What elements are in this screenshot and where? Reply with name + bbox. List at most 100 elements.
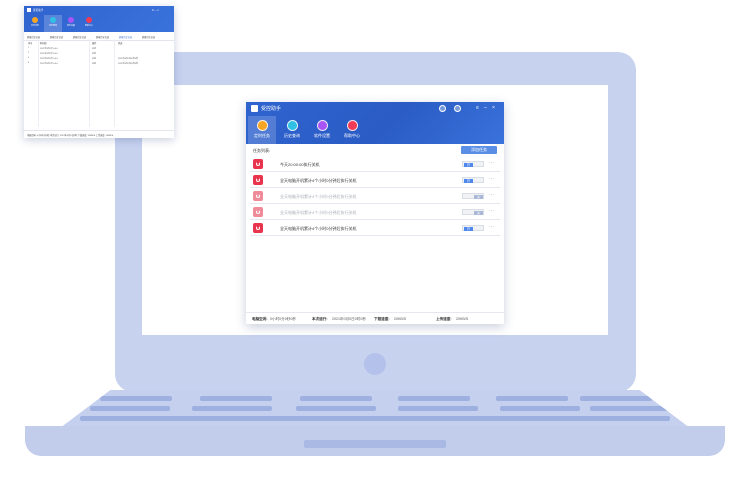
mini-cell: 3	[28, 57, 30, 59]
keyboard-key	[90, 406, 170, 411]
tab-label: 帮助中心	[344, 133, 360, 138]
power-icon	[253, 207, 263, 217]
mini-window-header: 受控助手 ≡ – × 定时任务 历史查询 软件设置 帮助中心	[24, 6, 174, 32]
history-icon	[50, 17, 56, 23]
mini-cell: 2021年0月0日 0:0:0	[40, 53, 58, 55]
toggle-knob: 开	[464, 178, 473, 183]
mini-tab-scheduled-tasks[interactable]: 定时任务	[26, 15, 44, 32]
add-task-button[interactable]: 添加任务	[461, 146, 497, 154]
keyboard-key	[398, 396, 470, 401]
clock-icon	[256, 120, 268, 131]
close-button[interactable]: ×	[492, 104, 495, 112]
mini-subtab-bar: 屏幕历史记录 屏幕历史记录 屏幕历史记录 屏幕历史记录 屏幕历史记录 屏幕历史记…	[24, 32, 174, 41]
mini-cell: 关机	[92, 48, 97, 50]
mini-subtab[interactable]: 屏幕历史记录	[142, 35, 155, 39]
mini-cell: 关机	[92, 53, 97, 55]
tab-help[interactable]: 帮助中心	[338, 116, 366, 144]
app-title: 受控助手	[261, 106, 282, 112]
gear-icon	[316, 120, 328, 131]
mini-cell: 2021年0月0日00时0秒	[118, 58, 139, 60]
task-toggle[interactable]: 关	[462, 209, 484, 215]
toggle-knob: 开	[464, 226, 473, 231]
mini-column-header: 序号	[28, 43, 33, 45]
tab-scheduled-tasks[interactable]: 定时任务	[248, 116, 276, 144]
mini-cell: 关机	[92, 58, 97, 60]
idle-value: 0小时0分0秒0秒	[270, 317, 296, 321]
tab-label: 定时任务	[254, 133, 270, 138]
mini-tab-settings[interactable]: 软件设置	[62, 15, 80, 32]
runtime-label: 本次运行:	[312, 317, 328, 321]
task-description: 全天电脑开机累计4个小时0分钟后执行关机	[280, 210, 357, 215]
more-options-icon[interactable]: ···	[489, 192, 494, 198]
toggle-knob: 关	[474, 210, 483, 215]
mini-subtab[interactable]: 屏幕历史记录	[73, 35, 86, 39]
more-options-icon[interactable]: ···	[489, 176, 494, 182]
tab-label: 软件设置	[314, 133, 330, 138]
app-logo-icon	[27, 8, 31, 12]
download-speed-value: 20KB/S	[394, 317, 407, 321]
mini-cell: 关机	[92, 63, 97, 65]
more-options-icon[interactable]: ···	[489, 224, 494, 230]
task-toggle[interactable]: 开	[462, 161, 484, 167]
mini-column-header: 时间段	[40, 43, 47, 45]
tab-label: 历史查询	[48, 25, 57, 27]
power-icon	[253, 159, 263, 169]
mini-subtab[interactable]: 屏幕历史记录	[50, 35, 63, 39]
keyboard-key	[296, 406, 376, 411]
task-description: 今天20:00:00执行关机	[280, 162, 320, 167]
keyboard-key	[100, 396, 172, 401]
task-description: 全天电脑开机累计4个小时0分钟后执行关机	[280, 226, 357, 231]
task-toggle[interactable]: 开	[462, 225, 484, 231]
task-row: 今天20:00:00执行关机 开 ···	[250, 157, 500, 172]
history-window-preview: 受控助手 ≡ – × 定时任务 历史查询 软件设置 帮助中心 屏幕历史记录 屏幕…	[24, 6, 174, 138]
gear-icon	[68, 17, 74, 23]
tab-label: 帮助中心	[84, 25, 93, 27]
mini-cell: 1	[28, 47, 30, 49]
title-bar: 受控助手 ≡ – ×	[246, 102, 504, 114]
feedback-icon[interactable]	[454, 105, 461, 112]
mini-app-title: 受控助手	[33, 9, 44, 12]
task-toggle[interactable]: 关	[462, 193, 484, 199]
minimize-button[interactable]: –	[484, 104, 487, 112]
toggle-knob: 开	[464, 162, 473, 167]
task-row: 全天电脑开机累计4个小时0分钟后执行关机 开 ···	[250, 173, 500, 188]
power-icon	[253, 175, 263, 185]
task-row: 全天电脑开机累计4个小时0分钟后执行关机 开 ···	[250, 221, 500, 236]
user-avatar-icon[interactable]	[439, 105, 446, 112]
keyboard-spacebar-row	[80, 416, 670, 421]
keyboard-key	[590, 406, 668, 411]
tab-label: 历史查询	[284, 133, 300, 138]
keyboard-key	[500, 406, 580, 411]
mini-cell: 2021年0月0日 0:0:0	[40, 58, 58, 60]
keyboard-key	[496, 396, 568, 401]
more-options-icon[interactable]: ···	[489, 160, 494, 166]
more-options-icon[interactable]: ···	[489, 208, 494, 214]
clock-icon	[32, 17, 38, 23]
tab-settings[interactable]: 软件设置	[308, 116, 336, 144]
upload-speed-value: 20KB/S	[456, 317, 469, 321]
keyboard-key	[200, 396, 272, 401]
tab-label: 软件设置	[66, 25, 75, 27]
menu-button[interactable]: ≡	[476, 104, 479, 112]
mini-tab-history[interactable]: 历史查询	[44, 15, 62, 32]
mini-status-bar: 电脑空闲: 0小时0分0秒 本次运行: 2021年0月0日0时 下载速度: 20…	[24, 130, 174, 138]
mini-subtab-active[interactable]: 屏幕历史记录	[119, 35, 132, 39]
mini-subtab[interactable]: 屏幕历史记录	[96, 35, 109, 39]
mini-tab-help[interactable]: 帮助中心	[80, 15, 98, 32]
mini-window-controls[interactable]: ≡ – ×	[152, 8, 159, 12]
laptop-trackpad	[304, 440, 446, 448]
history-icon	[286, 120, 298, 131]
app-window: 受控助手 ≡ – × 定时任务 历史查询 软件设置 帮助中心 任务列表: 添加任…	[246, 102, 504, 324]
task-row: 全天电脑开机累计4个小时0分钟后执行关机 关 ···	[250, 205, 500, 220]
keyboard-key	[398, 406, 478, 411]
app-logo-icon	[251, 105, 258, 112]
mini-cell: 2021年0月0日00时0秒	[118, 63, 139, 65]
task-list-title: 任务列表:	[253, 148, 271, 153]
task-toggle[interactable]: 开	[462, 177, 484, 183]
laptop-keyboard-deck	[60, 390, 690, 428]
mini-table-row: 4 2021年0月0日 0:0:0 关机 2021年0月0日00时0秒	[26, 62, 172, 67]
toggle-knob: 关	[474, 194, 483, 199]
mini-cell: 2	[28, 52, 30, 54]
mini-status-text: 电脑空闲: 0小时0分0秒 本次运行: 2021年0月0日0时 下载速度: 20…	[27, 135, 114, 137]
tab-history[interactable]: 历史查询	[278, 116, 306, 144]
